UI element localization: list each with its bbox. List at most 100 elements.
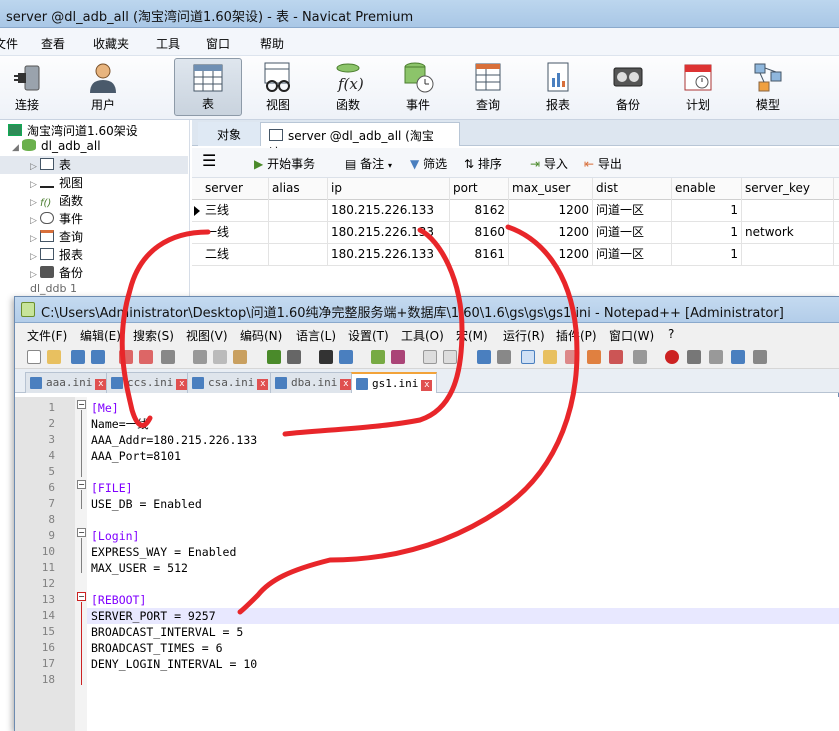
backup-button[interactable]: 备份 [597,58,659,116]
code-line[interactable] [87,576,839,592]
event-button[interactable]: 事件 [387,58,449,116]
table-button[interactable]: 表 [174,58,242,116]
code-line[interactable] [87,464,839,480]
open-file-icon[interactable] [47,350,61,364]
folder-icon[interactable] [609,350,623,364]
np-menu-window[interactable]: 窗口(W) [609,327,654,344]
np-menu-file[interactable]: 文件(F) [27,327,67,344]
column-header[interactable]: enable [672,178,742,200]
cell-dist[interactable]: 问道一区 [593,244,672,266]
word-wrap-icon[interactable] [477,350,491,364]
cell-enable[interactable]: 1 [672,244,742,266]
expand-icon[interactable]: ▷ [30,270,40,280]
code-line[interactable] [87,672,839,688]
cell-server[interactable]: 一线 [202,222,269,244]
np-menu-view[interactable]: 视图(V) [186,327,228,344]
cell-max-user[interactable]: 1200 [509,222,593,244]
np-menu-language[interactable]: 语言(L) [296,327,336,344]
code-line[interactable]: EXPRESS_WAY = Enabled [87,544,839,560]
fold-minus-icon[interactable]: − [77,400,86,409]
fold-minus-icon[interactable]: − [77,592,86,601]
undo-icon[interactable] [267,350,281,364]
user-button[interactable]: 用户 [72,58,134,116]
cell-server-key[interactable]: network [742,222,834,244]
sync-h-icon[interactable] [443,350,457,364]
expand-icon[interactable]: ▷ [30,252,40,262]
export-button[interactable]: ⇤ 导出 [584,155,622,172]
begin-transaction-button[interactable]: ▶ 开始事务 [254,155,315,172]
code-line[interactable]: SERVER_PORT = 9257 [87,608,839,624]
close-icon[interactable]: x [95,379,107,390]
cell-ip[interactable]: 180.215.226.133 [328,200,450,222]
cell-max-user[interactable]: 1200 [509,244,593,266]
zoom-out-icon[interactable] [391,350,405,364]
save-macro-icon[interactable] [753,350,767,364]
monitor-icon[interactable] [633,350,647,364]
code-line[interactable]: [Login] [87,528,839,544]
menu-view[interactable]: 查看 [41,35,65,52]
expand-icon[interactable]: ▷ [30,180,40,190]
tree-item-backups[interactable]: ▷ 备份 [30,264,83,282]
code-line[interactable]: [REBOOT] [87,592,839,608]
cell-max-user[interactable]: 1200 [509,200,593,222]
np-menu-tools[interactable]: 工具(O) [401,327,444,344]
play-macro-icon[interactable] [709,350,723,364]
note-button[interactable]: ▤ 备注 ▾ [345,155,392,172]
new-file-icon[interactable] [27,350,41,364]
zoom-in-icon[interactable] [371,350,385,364]
sort-button[interactable]: ⇅ 排序 [464,155,502,172]
menu-help[interactable]: 帮助 [260,35,284,52]
cell-port[interactable]: 8162 [450,200,509,222]
code-line[interactable]: BROADCAST_TIMES = 6 [87,640,839,656]
cell-alias[interactable] [269,222,328,244]
cell-enable[interactable]: 1 [672,200,742,222]
cell-ip[interactable]: 180.215.226.133 [328,222,450,244]
record-macro-icon[interactable] [665,350,679,364]
column-header[interactable]: server [202,178,269,200]
save-icon[interactable] [71,350,85,364]
code-line[interactable] [87,512,839,528]
cell-ip[interactable]: 180.215.226.133 [328,244,450,266]
np-tab[interactable]: csa.ini x [187,372,274,393]
paste-icon[interactable] [233,350,247,364]
np-menu-settings[interactable]: 设置(T) [348,327,389,344]
code-line[interactable]: AAA_Port=8101 [87,448,839,464]
np-tab[interactable]: ccs.ini x [106,372,193,393]
save-all-icon[interactable] [91,350,105,364]
close-all-icon[interactable] [139,350,153,364]
tab-objects[interactable]: 对象 [198,122,260,146]
np-menu-edit[interactable]: 编辑(E) [80,327,121,344]
cell-server-key[interactable] [742,244,834,266]
column-header[interactable]: dist [593,178,672,200]
table-row[interactable]: 三线 180.215.226.133 8162 1200 问道一区 1 [192,200,839,222]
import-button[interactable]: ⇥ 导入 [530,155,568,172]
sync-v-icon[interactable] [423,350,437,364]
code-line[interactable]: AAA_Addr=180.215.226.133 [87,432,839,448]
copy-icon[interactable] [213,350,227,364]
code-line[interactable]: [Me] [87,400,839,416]
cell-port[interactable]: 8161 [450,244,509,266]
menu-file[interactable]: 文件 [0,35,18,52]
tree-item-functions[interactable]: ▷ f() 函数 [30,192,83,210]
column-header[interactable]: ip [328,178,450,200]
filter-button[interactable]: ▼ 筛选 [410,155,447,172]
run-macro-icon[interactable] [731,350,745,364]
cell-enable[interactable]: 1 [672,222,742,244]
code-line[interactable]: USE_DB = Enabled [87,496,839,512]
np-tab[interactable]: aaa.ini x [25,372,112,393]
tree-item-queries[interactable]: ▷ 查询 [30,228,83,246]
code-line[interactable]: [FILE] [87,480,839,496]
np-tab[interactable]: dba.ini x [270,372,357,393]
code-line[interactable]: BROADCAST_INTERVAL = 5 [87,624,839,640]
report-button[interactable]: 报表 [527,58,589,116]
cut-icon[interactable] [193,350,207,364]
connect-button[interactable]: 连接 [0,58,58,116]
close-icon[interactable]: x [340,379,352,390]
lang-icon[interactable] [543,350,557,364]
table-row[interactable]: 一线 180.215.226.133 8160 1200 问道一区 1 netw… [192,222,839,244]
tree-item-views[interactable]: ▷ 视图 [30,174,83,192]
np-menu-search[interactable]: 搜索(S) [133,327,174,344]
expand-icon[interactable]: ▷ [30,216,40,226]
cell-server-key[interactable] [742,200,834,222]
replace-icon[interactable] [339,350,353,364]
